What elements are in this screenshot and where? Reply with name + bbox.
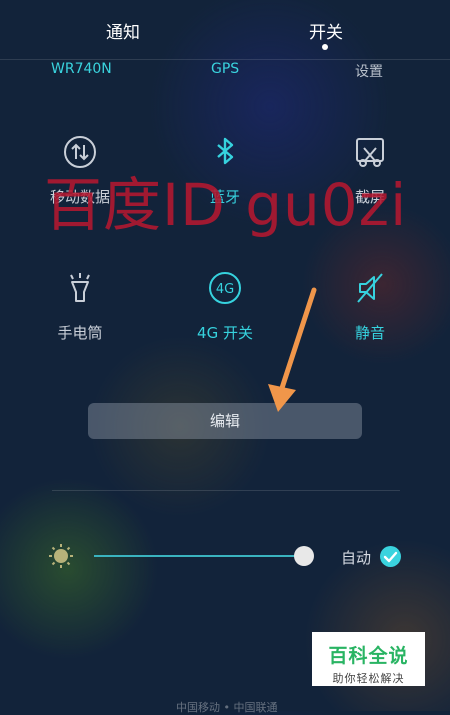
arrow-annotation-icon [268,287,317,412]
tile-label: 手电筒 [57,324,103,342]
tile-label: 静音 [354,324,385,342]
brightness-icon [49,544,73,568]
mute-icon [357,273,383,303]
wifi-toggle-label[interactable]: WR740N [51,61,112,77]
tab-notifications[interactable]: 通知 [106,18,140,43]
tile-flashlight[interactable]: 手电筒 [30,270,130,343]
badge-subtitle: 助你轻松解决 [332,672,405,685]
badge-title: 百科全说 [328,645,409,667]
gps-toggle-label[interactable]: GPS [211,61,239,77]
4g-icon: 4G [209,272,241,304]
watermark-text: 百度ID gu0zi [44,171,408,239]
svg-text:4G: 4G [216,282,234,297]
check-icon [383,551,398,563]
site-logo-badge: 百科全说 助你轻松解决 [312,632,425,686]
settings-toggle-label[interactable]: 设置 [355,61,383,81]
active-tab-indicator [322,44,328,50]
header-divider [0,59,450,60]
tile-mute[interactable]: 静音 [320,270,420,343]
brightness-slider-track[interactable] [94,555,310,557]
carrier-text: 中国移动 • 中国联通 [176,701,278,714]
section-divider [52,490,400,491]
flashlight-icon [70,273,90,302]
auto-brightness-label: 自动 [341,549,372,567]
auto-brightness-checkbox[interactable] [380,546,401,567]
tab-bar: 通知 开关 [0,0,450,60]
tab-toggles[interactable]: 开关 [309,18,343,43]
brightness-slider-thumb[interactable] [293,546,314,566]
